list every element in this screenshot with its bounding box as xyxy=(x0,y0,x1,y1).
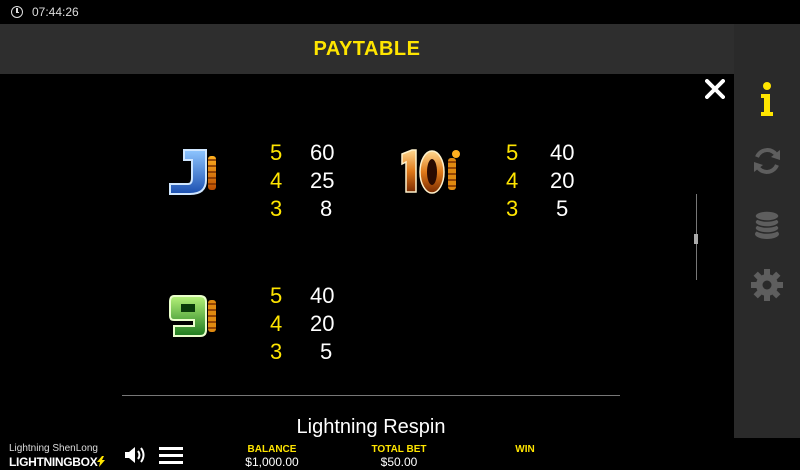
pay-row: 5 60 xyxy=(270,140,370,168)
pay-count: 5 xyxy=(270,283,283,308)
pay-amount: 40 xyxy=(310,283,335,308)
pay-row: 3 8 xyxy=(270,196,370,224)
balance-value: $1,000.00 xyxy=(245,455,299,469)
autoplay-icon xyxy=(754,148,780,174)
pay-amount: 20 xyxy=(310,311,335,336)
win-label: WIN xyxy=(515,444,535,455)
brand-logo-text-box: BOX xyxy=(72,455,98,469)
pay-count: 4 xyxy=(270,311,283,336)
pay-row: 4 20 xyxy=(506,168,606,196)
pay-count: 4 xyxy=(270,168,283,193)
pay-amount: 8 xyxy=(320,196,333,221)
pay-row: 3 5 xyxy=(270,339,370,367)
pay-amount: 5 xyxy=(556,196,569,221)
pay-count: 3 xyxy=(270,339,283,364)
pay-row: 5 40 xyxy=(506,140,606,168)
autoplay-button[interactable] xyxy=(734,136,800,186)
symbol-9-icon xyxy=(166,290,222,347)
pay-amount: 60 xyxy=(310,140,335,165)
brand-logo: LIGHTNINGBOX xyxy=(9,455,106,469)
info-icon xyxy=(761,82,773,116)
symbol-j-icon xyxy=(166,146,222,203)
brand-logo-text: LIGHTNING xyxy=(9,455,73,469)
pay-amount: 25 xyxy=(310,168,335,193)
bet-button[interactable] xyxy=(734,200,800,250)
pay-row: 4 25 xyxy=(270,168,370,196)
lightning-bolt-icon xyxy=(97,456,106,467)
scrollbar-thumb[interactable] xyxy=(694,234,698,244)
pay-count: 5 xyxy=(506,140,519,165)
sidebar xyxy=(734,24,800,438)
paytable-header: PAYTABLE xyxy=(0,24,734,74)
coins-icon xyxy=(754,210,780,239)
speaker-icon xyxy=(125,447,145,463)
close-icon xyxy=(705,79,725,99)
section-title-lightning-respin: Lightning Respin xyxy=(296,416,446,438)
pay-row: 5 40 xyxy=(270,283,370,311)
status-bar: 07:44:26 xyxy=(0,0,800,24)
pay-amount: 5 xyxy=(320,339,333,364)
clock-icon xyxy=(11,6,23,18)
pay-count: 3 xyxy=(270,196,283,221)
sound-button[interactable] xyxy=(123,445,147,465)
game-name: Lightning ShenLong xyxy=(9,443,98,454)
pay-count: 3 xyxy=(506,196,519,221)
symbol-10-icon xyxy=(398,146,466,203)
pay-amount: 40 xyxy=(550,140,575,165)
pay-count: 4 xyxy=(506,168,519,193)
gear-icon xyxy=(751,269,783,301)
pay-row: 3 5 xyxy=(506,196,606,224)
close-button[interactable] xyxy=(700,74,730,104)
clock-time: 07:44:26 xyxy=(32,5,79,19)
balance-label: BALANCE xyxy=(247,444,297,455)
info-button[interactable] xyxy=(734,74,800,124)
settings-button[interactable] xyxy=(734,260,800,310)
total-bet-value: $50.00 xyxy=(380,455,418,469)
pay-amount: 20 xyxy=(550,168,575,193)
pay-row: 4 20 xyxy=(270,311,370,339)
footer-bar: Lightning ShenLong LIGHTNINGBOX BALANCE … xyxy=(0,438,800,470)
pay-count: 5 xyxy=(270,140,283,165)
section-divider xyxy=(122,395,620,396)
hamburger-menu-icon xyxy=(159,447,183,464)
page-title: PAYTABLE xyxy=(313,37,421,60)
total-bet-label: TOTAL BET xyxy=(371,444,427,455)
menu-button[interactable] xyxy=(159,446,183,464)
